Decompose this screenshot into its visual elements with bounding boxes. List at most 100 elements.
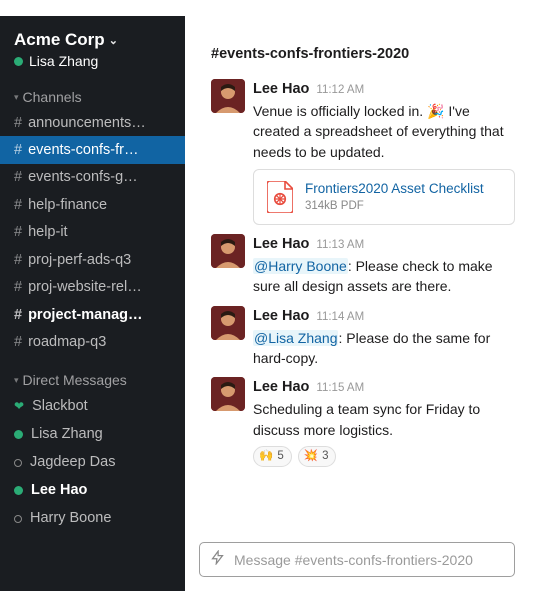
reaction-emoji-icon: 💥 (304, 448, 318, 465)
avatar[interactable] (211, 79, 245, 113)
dms-section-toggle[interactable]: ▾ Direct Messages (0, 356, 185, 392)
dm-item[interactable]: ❤ Slackbot (0, 392, 185, 420)
channel-item[interactable]: # events-confs-fr… (0, 136, 185, 163)
message: Lee Hao11:14 AM@Lisa Zhang: Please do th… (199, 301, 515, 373)
channel-item[interactable]: # roadmap-q3 (0, 329, 185, 356)
channel-item[interactable]: # help-finance (0, 191, 185, 218)
message-time: 11:13 AM (316, 237, 364, 254)
reactions: 🙌5 💥3 (253, 446, 515, 467)
channels-label: Channels (23, 89, 82, 105)
current-user[interactable]: Lisa Zhang (14, 53, 171, 69)
message: Lee Hao 11:13 AM @Harry Boone: Please chec… (199, 229, 515, 301)
hash-icon: # (14, 112, 22, 134)
caret-down-icon: ▾ (14, 92, 19, 103)
dm-item[interactable]: Lisa Zhang (0, 420, 185, 448)
channels-section-toggle[interactable]: ▾ Channels (0, 73, 185, 109)
presence-active-icon (14, 430, 23, 439)
heart-icon: ❤ (14, 397, 24, 416)
dm-list: ❤ Slackbot Lisa Zhang Jagdeep Das Lee Hao Har… (0, 392, 185, 533)
message-body: Lee Hao 11:12 AM Venue is officially locke… (253, 79, 515, 225)
reaction-count: 5 (277, 448, 283, 465)
channel-title[interactable]: #events-confs-frontiers-2020 (185, 16, 529, 72)
party-popper-icon: 🎉 (427, 103, 444, 119)
channel-name: announcements… (28, 112, 146, 134)
hash-icon: # (14, 249, 22, 271)
hash-icon: # (14, 166, 22, 188)
channel-item[interactable]: # events-confs-g… (0, 164, 185, 191)
channel-name: proj-perf-ads-q3 (28, 249, 131, 271)
presence-away-icon (14, 459, 22, 467)
message-body: Lee Hao11:14 AM@Lisa Zhang: Please do th… (253, 306, 515, 369)
presence-active-icon (14, 486, 23, 495)
slack-window: Acme Corp ⌄ Lisa Zhang ▾ Channels # annou… (0, 16, 529, 591)
attachment-meta: 314kB PDF (305, 198, 484, 215)
message-time: 11:15 AM (316, 380, 364, 397)
sidebar: Acme Corp ⌄ Lisa Zhang ▾ Channels # annou… (0, 16, 185, 591)
dm-name: Jagdeep Das (30, 451, 115, 474)
channel-list: # announcements… # events-confs-fr… # events-… (0, 109, 185, 356)
message-list: Lee Hao 11:12 AM Venue is officially locke… (185, 72, 529, 534)
dm-name: Lee Hao (31, 479, 87, 502)
reaction-emoji-icon: 🙌 (259, 448, 273, 465)
message-sender[interactable]: Lee Hao (253, 234, 309, 255)
hash-icon: # (14, 331, 22, 353)
file-attachment[interactable]: Frontiers2020 Asset Checklist314kB PDF (253, 169, 515, 225)
presence-away-icon (14, 515, 22, 523)
main-panel: #events-confs-frontiers-2020 Lee Hao11:1… (185, 16, 529, 591)
channel-name: roadmap-q3 (28, 331, 106, 353)
message-body: Lee Hao 11:13 AM @Harry Boone: Please chec… (253, 234, 515, 297)
message-text: Scheduling a team sync for Friday to dis… (253, 399, 515, 440)
hash-icon: # (14, 304, 22, 326)
hash-icon: # (14, 276, 22, 298)
dm-name: Lisa Zhang (31, 423, 103, 446)
message-sender[interactable]: Lee Hao (253, 306, 309, 327)
message-text: @Lisa Zhang: Please do the same for hard… (253, 328, 515, 369)
avatar[interactable] (211, 234, 245, 268)
message-sender[interactable]: Lee Hao (253, 79, 309, 100)
attachment-title: Frontiers2020 Asset Checklist (305, 179, 484, 199)
dm-item[interactable]: Harry Boone (0, 505, 185, 533)
channel-name: project-manag… (28, 304, 142, 326)
hash-icon: # (14, 194, 22, 216)
pdf-icon (266, 180, 294, 214)
dm-item[interactable]: Lee Hao (0, 477, 185, 505)
dms-label: Direct Messages (23, 372, 127, 388)
message-text: @Harry Boone: Please check to make sure … (253, 256, 515, 297)
message: Lee Hao 11:12 AM Venue is officially locke… (199, 74, 515, 229)
shortcuts-bolt-icon[interactable] (210, 550, 225, 569)
avatar[interactable] (211, 377, 245, 411)
channel-item[interactable]: # proj-website-rel… (0, 274, 185, 301)
message-body: Lee Hao 11:15 AM Scheduling a team sync fo… (253, 377, 515, 466)
channel-item[interactable]: # announcements… (0, 109, 185, 136)
message-composer[interactable] (199, 542, 515, 577)
channel-name: events-confs-g… (28, 166, 138, 188)
channel-name: help-finance (28, 194, 107, 216)
message-time: 11:12 AM (316, 82, 364, 99)
workspace-switcher[interactable]: Acme Corp ⌄ (14, 30, 171, 50)
message-sender[interactable]: Lee Hao (253, 377, 309, 398)
hash-icon: # (14, 221, 22, 243)
caret-down-icon: ▾ (14, 375, 19, 386)
dm-name: Slackbot (32, 395, 88, 418)
current-user-name: Lisa Zhang (29, 53, 98, 69)
reaction[interactable]: 🙌5 (253, 446, 292, 467)
channel-item[interactable]: # help-it (0, 219, 185, 246)
reaction-count: 3 (322, 448, 328, 465)
composer-input[interactable] (234, 552, 504, 568)
hash-icon: # (14, 139, 22, 161)
mention[interactable]: @Lisa Zhang (253, 330, 338, 346)
workspace-name: Acme Corp (14, 30, 105, 50)
avatar[interactable] (211, 306, 245, 340)
chevron-down-icon: ⌄ (109, 34, 118, 47)
dm-item[interactable]: Jagdeep Das (0, 449, 185, 477)
channel-name: proj-website-rel… (28, 276, 142, 298)
channel-item[interactable]: # proj-perf-ads-q3 (0, 246, 185, 273)
mention[interactable]: @Harry Boone (253, 258, 348, 274)
reaction[interactable]: 💥3 (298, 446, 337, 467)
presence-active-icon (14, 57, 23, 66)
channel-name: help-it (28, 221, 68, 243)
dm-name: Harry Boone (30, 507, 111, 530)
channel-item[interactable]: # project-manag… (0, 301, 185, 328)
message-text: Venue is officially locked in. 🎉 I've cr… (253, 101, 515, 162)
channel-name: events-confs-fr… (28, 139, 138, 161)
